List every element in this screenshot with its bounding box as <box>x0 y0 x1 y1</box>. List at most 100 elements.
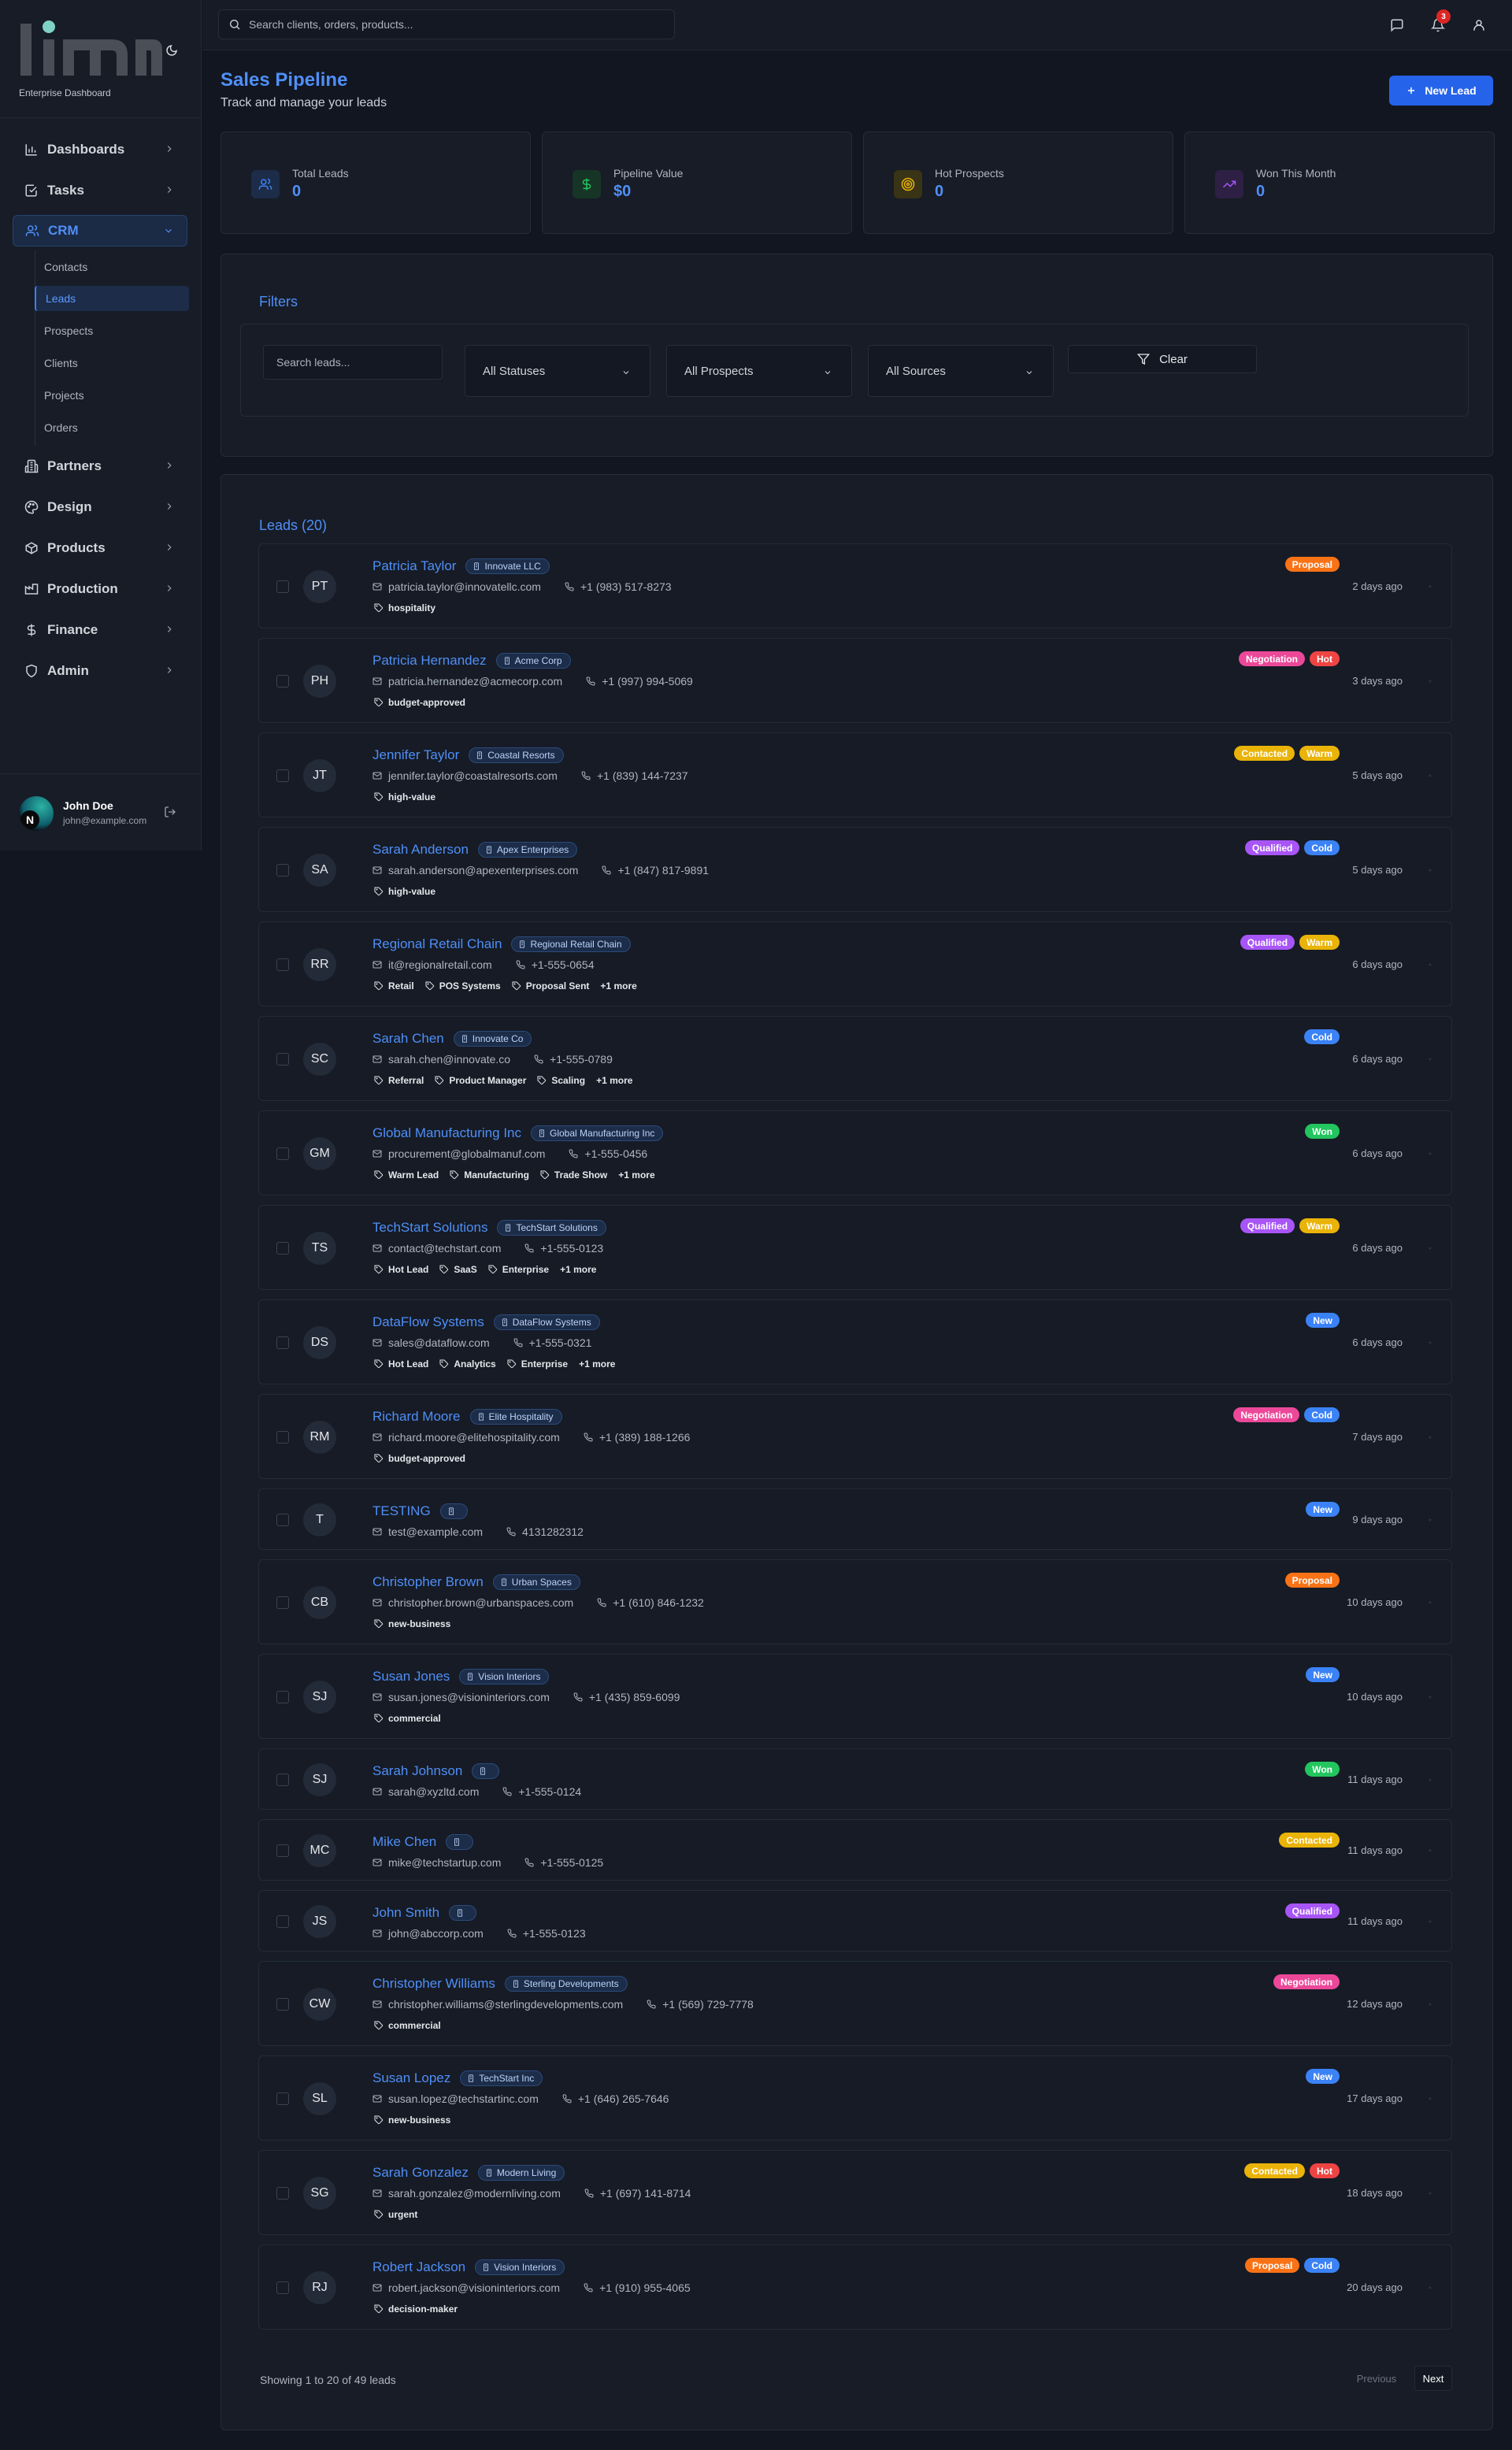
lead-card[interactable]: SJ Sarah Johnson sarah@xyzltd.com +1-555-01… <box>258 1748 1452 1810</box>
company-badge[interactable]: Urban Spaces <box>492 1574 580 1590</box>
lead-email[interactable]: mike@techstartup.com <box>388 1856 501 1869</box>
sidebar-subitem-contacts[interactable]: Contacts <box>35 254 189 280</box>
lead-name-link[interactable]: Sarah Gonzalez <box>372 2165 469 2181</box>
sidebar-item-design[interactable]: Design <box>13 491 187 523</box>
user-icon[interactable] <box>1469 16 1488 35</box>
more-actions-icon[interactable] <box>1428 1246 1432 1251</box>
lead-name-link[interactable]: Robert Jackson <box>372 2259 465 2275</box>
lead-card[interactable]: SJ Susan Jones Vision Interiors susan.jones… <box>258 1654 1452 1739</box>
lead-email[interactable]: sales@dataflow.com <box>388 1336 490 1349</box>
lead-phone[interactable]: +1-555-0456 <box>584 1147 647 1160</box>
lead-name-link[interactable]: Sarah Anderson <box>372 842 469 858</box>
lead-email[interactable]: christopher.williams@sterlingdevelopment… <box>388 1998 623 2011</box>
more-actions-icon[interactable] <box>1428 679 1432 684</box>
more-actions-icon[interactable] <box>1428 1151 1432 1156</box>
lead-name-link[interactable]: TechStart Solutions <box>372 1220 487 1236</box>
lead-card[interactable]: JT Jennifer Taylor Coastal Resorts jennifer… <box>258 732 1452 817</box>
company-badge[interactable]: Elite Hospitality <box>469 1409 562 1425</box>
logout-icon[interactable] <box>164 806 176 818</box>
lead-email[interactable]: patricia.taylor@innovatellc.com <box>388 580 541 593</box>
lead-email[interactable]: sarah@xyzltd.com <box>388 1785 479 1798</box>
sidebar-item-tasks[interactable]: Tasks <box>13 175 187 206</box>
lead-name-link[interactable]: Mike Chen <box>372 1834 436 1850</box>
company-badge[interactable] <box>446 1834 474 1850</box>
company-badge[interactable]: Acme Corp <box>495 653 571 669</box>
sidebar-subitem-projects[interactable]: Projects <box>35 383 189 408</box>
company-badge[interactable]: Regional Retail Chain <box>511 936 631 952</box>
lead-checkbox[interactable] <box>276 1242 289 1255</box>
sidebar-subitem-prospects[interactable]: Prospects <box>35 318 189 343</box>
lead-name-link[interactable]: Sarah Chen <box>372 1031 444 1047</box>
lead-card[interactable]: TS TechStart Solutions TechStart Solutions… <box>258 1205 1452 1290</box>
lead-checkbox[interactable] <box>276 1514 289 1526</box>
lead-card[interactable]: SA Sarah Anderson Apex Enterprises sarah.an… <box>258 827 1452 912</box>
lead-checkbox[interactable] <box>276 2281 289 2294</box>
lead-checkbox[interactable] <box>276 2187 289 2200</box>
lead-card[interactable]: T TESTING test@example.com 4131282312 New 9 d… <box>258 1488 1452 1550</box>
lead-email[interactable]: patricia.hernandez@acmecorp.com <box>388 675 562 688</box>
lead-email[interactable]: sarah.chen@innovate.co <box>388 1053 510 1066</box>
lead-email[interactable]: procurement@globalmanuf.com <box>388 1147 545 1160</box>
lead-email[interactable]: sarah.anderson@apexenterprises.com <box>388 864 578 877</box>
more-actions-icon[interactable] <box>1428 1777 1432 1782</box>
lead-name-link[interactable]: Christopher Brown <box>372 1574 484 1590</box>
avatar[interactable]: N <box>19 796 54 831</box>
lead-phone[interactable]: +1 (697) 141-8714 <box>600 2187 691 2200</box>
lead-checkbox[interactable] <box>276 1053 289 1066</box>
lead-phone[interactable]: +1 (569) 729-7778 <box>662 1998 754 2011</box>
lead-name-link[interactable]: Susan Jones <box>372 1669 450 1685</box>
source-select[interactable]: All Sources <box>868 345 1054 397</box>
lead-card[interactable]: SG Sarah Gonzalez Modern Living sarah.gonza… <box>258 2150 1452 2235</box>
lead-phone[interactable]: +1 (997) 994-5069 <box>602 675 693 688</box>
lead-phone[interactable]: +1 (610) 846-1232 <box>613 1596 704 1609</box>
company-badge[interactable]: TechStart Inc <box>460 2070 543 2086</box>
lead-checkbox[interactable] <box>276 769 289 782</box>
lead-phone[interactable]: +1 (389) 188-1266 <box>599 1431 691 1444</box>
lead-email[interactable]: robert.jackson@visioninteriors.com <box>388 2281 560 2294</box>
lead-email[interactable]: it@regionalretail.com <box>388 958 492 971</box>
more-actions-icon[interactable] <box>1428 2002 1432 2007</box>
company-badge[interactable]: Coastal Resorts <box>469 747 564 763</box>
lead-email[interactable]: susan.jones@visioninteriors.com <box>388 1691 550 1703</box>
company-badge[interactable] <box>449 1905 477 1921</box>
lead-checkbox[interactable] <box>276 1691 289 1703</box>
lead-card[interactable]: CB Christopher Brown Urban Spaces christoph… <box>258 1559 1452 1644</box>
lead-checkbox[interactable] <box>276 675 289 688</box>
lead-phone[interactable]: +1 (847) 817-9891 <box>617 864 709 877</box>
sidebar-subitem-clients[interactable]: Clients <box>35 350 189 376</box>
sidebar-subitem-orders[interactable]: Orders <box>35 415 189 440</box>
lead-email[interactable]: test@example.com <box>388 1525 483 1538</box>
sidebar-subitem-leads[interactable]: Leads <box>35 286 189 311</box>
lead-checkbox[interactable] <box>276 1147 289 1160</box>
lead-search-input[interactable] <box>263 345 443 380</box>
lead-name-link[interactable]: DataFlow Systems <box>372 1314 484 1330</box>
company-badge[interactable]: DataFlow Systems <box>493 1314 600 1330</box>
sidebar-item-partners[interactable]: Partners <box>13 450 187 482</box>
more-actions-icon[interactable] <box>1428 1057 1432 1062</box>
lead-name-link[interactable]: Christopher Williams <box>372 1976 495 1992</box>
more-actions-icon[interactable] <box>1428 584 1432 589</box>
lead-name-link[interactable]: Jennifer Taylor <box>372 747 459 763</box>
lead-phone[interactable]: +1-555-0321 <box>529 1336 592 1349</box>
lead-phone[interactable]: +1-555-0123 <box>540 1242 603 1255</box>
lead-name-link[interactable]: Susan Lopez <box>372 2070 450 2086</box>
company-badge[interactable] <box>439 1503 468 1519</box>
company-badge[interactable]: Innovate LLC <box>465 558 550 574</box>
more-actions-icon[interactable] <box>1428 1848 1432 1853</box>
lead-name-link[interactable]: Global Manufacturing Inc <box>372 1125 521 1141</box>
lead-checkbox[interactable] <box>276 1774 289 1786</box>
more-actions-icon[interactable] <box>1428 773 1432 778</box>
lead-email[interactable]: contact@techstart.com <box>388 1242 501 1255</box>
company-badge[interactable]: Modern Living <box>477 2165 565 2181</box>
lead-checkbox[interactable] <box>276 1336 289 1349</box>
more-actions-icon[interactable] <box>1428 868 1432 873</box>
lead-checkbox[interactable] <box>276 580 289 593</box>
lead-name-link[interactable]: Regional Retail Chain <box>372 936 502 952</box>
lead-email[interactable]: jennifer.taylor@coastalresorts.com <box>388 769 558 782</box>
sidebar-item-dashboards[interactable]: Dashboards <box>13 134 187 165</box>
lead-phone[interactable]: +1 (839) 144-7237 <box>597 769 688 782</box>
messages-icon[interactable] <box>1388 16 1406 35</box>
lead-card[interactable]: SC Sarah Chen Innovate Co sarah.chen@innova… <box>258 1016 1452 1101</box>
clear-filters-button[interactable]: Clear <box>1068 345 1257 373</box>
lead-name-link[interactable]: TESTING <box>372 1503 431 1519</box>
